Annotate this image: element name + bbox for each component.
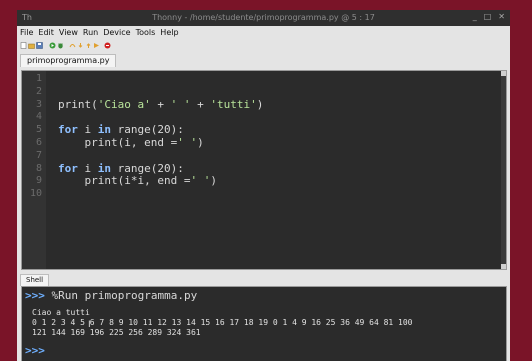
editor-tab-row: primoprogramma.py bbox=[17, 51, 510, 67]
editor-scrollbar[interactable] bbox=[501, 71, 506, 269]
line-number: 10 bbox=[29, 188, 42, 200]
toolbar bbox=[17, 39, 510, 51]
code-editor[interactable]: 1 2 3 4 5 6 7 8 9 10 print('Ciao a' + ' … bbox=[21, 70, 507, 270]
line-number: 7 bbox=[35, 149, 42, 161]
scroll-down-arrow-icon[interactable] bbox=[501, 264, 506, 269]
shell-tab-row: Shell bbox=[17, 272, 510, 286]
close-icon[interactable]: ✕ bbox=[498, 12, 505, 21]
resume-icon[interactable] bbox=[93, 42, 100, 49]
shell-prompt: >>> bbox=[25, 344, 45, 357]
line-number: 8 bbox=[35, 162, 42, 174]
save-file-icon[interactable] bbox=[36, 41, 43, 49]
maximize-icon[interactable]: □ bbox=[484, 12, 492, 21]
step-over-icon[interactable] bbox=[69, 42, 76, 49]
tab-primoprogramma[interactable]: primoprogramma.py bbox=[20, 54, 117, 67]
shell-input-line[interactable]: >>> bbox=[25, 344, 45, 357]
step-into-icon[interactable] bbox=[77, 42, 84, 49]
run-icon[interactable] bbox=[49, 42, 56, 49]
line-number: 1 bbox=[35, 73, 42, 84]
line-number: 4 bbox=[35, 111, 42, 123]
window-title: Thonny - /home/studente/primoprogramma.p… bbox=[152, 13, 375, 22]
minimize-icon[interactable]: _ bbox=[473, 12, 477, 21]
shell-console[interactable]: >>> %Run primoprogramma.py Ciao a tutti … bbox=[21, 286, 507, 361]
scroll-up-arrow-icon[interactable] bbox=[501, 71, 506, 76]
window-controls: _ □ ✕ bbox=[473, 12, 505, 21]
line-number: 2 bbox=[35, 85, 42, 97]
code-line-3: print('Ciao a' + ' ' + 'tutti') bbox=[58, 97, 264, 111]
line-number: 9 bbox=[35, 175, 42, 187]
shell-prompt: >>> bbox=[25, 289, 45, 302]
menu-tools[interactable]: Tools bbox=[136, 28, 156, 37]
shell-command-line: >>> %Run primoprogramma.py bbox=[25, 289, 197, 302]
line-number: 6 bbox=[35, 137, 42, 148]
code-line-6: print(i, end =' ') bbox=[58, 136, 204, 149]
open-file-icon[interactable] bbox=[28, 42, 35, 49]
line-number: 3 bbox=[35, 98, 42, 110]
stop-icon[interactable] bbox=[104, 42, 111, 49]
shell-output-line: Ciao a tutti bbox=[32, 308, 90, 317]
text-cursor-icon: I bbox=[88, 320, 91, 330]
menu-file[interactable]: File bbox=[20, 28, 33, 37]
code-line-9: print(i*i, end =' ') bbox=[58, 174, 217, 188]
tab-shell[interactable]: Shell bbox=[20, 274, 50, 286]
menu-edit[interactable]: Edit bbox=[38, 28, 54, 37]
line-number-gutter: 1 2 3 4 5 6 7 8 9 10 bbox=[22, 71, 46, 269]
title-bar[interactable]: Th Thonny - /home/studente/primoprogramm… bbox=[17, 10, 510, 26]
menu-run[interactable]: Run bbox=[83, 28, 98, 37]
new-file-icon[interactable] bbox=[20, 41, 27, 49]
menu-device[interactable]: Device bbox=[103, 28, 130, 37]
step-out-icon[interactable] bbox=[85, 42, 92, 49]
shell-output-line: 121 144 169 196 225 256 289 324 361 bbox=[32, 328, 201, 337]
line-number: 5 bbox=[35, 124, 42, 136]
debug-icon[interactable] bbox=[57, 42, 64, 49]
menu-help[interactable]: Help bbox=[160, 28, 178, 37]
run-command: %Run primoprogramma.py bbox=[51, 289, 198, 302]
menu-view[interactable]: View bbox=[59, 28, 78, 37]
menu-bar: File Edit View Run Device Tools Help bbox=[17, 26, 510, 39]
thonny-window: Th Thonny - /home/studente/primoprogramm… bbox=[17, 10, 510, 361]
